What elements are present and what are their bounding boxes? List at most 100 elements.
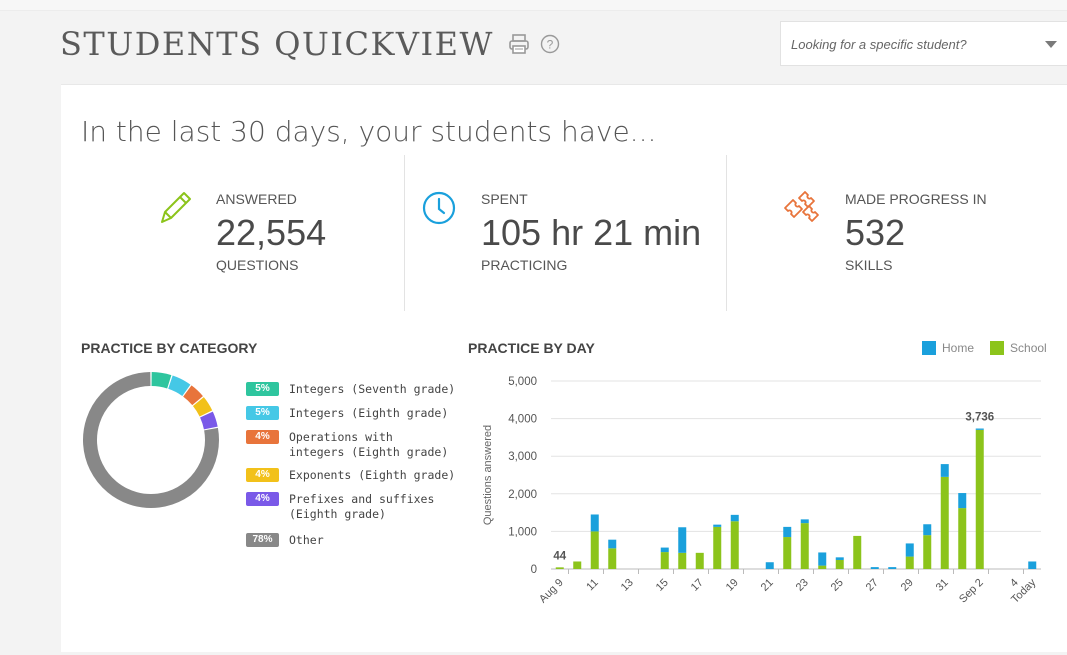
bar-school[interactable] — [975, 429, 984, 569]
bar-school[interactable] — [835, 559, 844, 569]
bar-home[interactable] — [730, 514, 739, 522]
stat-divider — [404, 155, 405, 311]
bar-home[interactable] — [975, 428, 984, 430]
page-header: STUDENTS QUICKVIEW ? — [60, 22, 560, 66]
y-tick-label: 4,000 — [508, 414, 537, 426]
x-tick-label: 19 — [724, 577, 741, 594]
stat-sub: PRACTICING — [481, 257, 568, 273]
bar-school[interactable] — [608, 548, 617, 569]
category-legend-item[interactable]: 4% Operations with integers (Eighth grade… — [246, 430, 456, 460]
category-label: Integers (Eighth grade) — [289, 406, 449, 420]
bar-school[interactable] — [660, 552, 669, 569]
bar-home[interactable] — [905, 543, 914, 557]
donut-slice[interactable] — [151, 372, 172, 389]
x-tick-label: 11 — [584, 577, 601, 594]
category-legend-item[interactable]: 5% Integers (Seventh grade) — [246, 382, 456, 397]
bar-home[interactable] — [678, 527, 687, 553]
bar-home[interactable] — [818, 552, 827, 566]
pencil-icon — [161, 192, 191, 223]
school-swatch — [990, 341, 1005, 355]
bar-home[interactable] — [940, 464, 949, 477]
legend-home: Home — [942, 341, 975, 355]
donut-slice[interactable] — [167, 375, 191, 397]
bar-home[interactable] — [888, 567, 897, 569]
bar-home[interactable] — [958, 493, 967, 509]
x-tick-label: 15 — [654, 577, 671, 594]
bar-home[interactable] — [590, 514, 599, 532]
practice-by-day-chart: 0 1,000 2,000 3,000 4,000 5,000 Questions answ… — [482, 376, 1041, 606]
top-bar — [0, 0, 1067, 11]
bar-school[interactable] — [818, 565, 827, 569]
category-percent-badge: 4% — [246, 492, 279, 506]
bar-school[interactable] — [958, 508, 967, 569]
bar-value-label: 3,736 — [965, 412, 994, 424]
bar-school[interactable] — [800, 523, 809, 569]
category-percent-badge: 4% — [246, 468, 279, 482]
bar-home[interactable] — [923, 524, 932, 536]
bar-home[interactable] — [713, 524, 722, 527]
bar-school[interactable] — [853, 535, 862, 569]
donut-slice[interactable] — [200, 411, 218, 430]
category-percent-badge: 78% — [246, 533, 279, 547]
bar-school[interactable] — [695, 552, 704, 569]
category-legend-item[interactable]: 4% Exponents (Eighth grade) — [246, 468, 456, 483]
help-icon[interactable]: ? — [540, 34, 560, 54]
bar-school[interactable] — [783, 537, 792, 569]
bar-home[interactable] — [800, 519, 809, 524]
stat-value: 532 — [845, 212, 906, 253]
bar-home[interactable] — [870, 567, 879, 569]
bar-school[interactable] — [713, 526, 722, 569]
stat-label: SPENT — [481, 191, 528, 207]
summary-card: In the last 30 days, your students have.… — [61, 84, 1067, 652]
bar-home[interactable] — [835, 557, 844, 560]
puzzle-icon — [784, 191, 819, 222]
summary-intro: In the last 30 days, your students have.… — [81, 115, 657, 148]
bar-school[interactable] — [573, 561, 582, 569]
category-donut-chart — [83, 372, 219, 508]
bar-value-label: 44 — [553, 550, 566, 562]
legend-school: School — [1010, 341, 1047, 355]
student-search-input[interactable] — [781, 22, 1023, 67]
stat-sub: QUESTIONS — [216, 257, 299, 273]
stat-value: 105 hr 21 min — [481, 212, 702, 253]
y-tick-label: 2,000 — [508, 489, 537, 501]
stat-spent: SPENT 105 hr 21 min PRACTICING — [481, 191, 701, 273]
stat-label: ANSWERED — [216, 191, 297, 207]
bar-home[interactable] — [608, 539, 617, 549]
category-percent-badge: 5% — [246, 382, 279, 396]
bar-home[interactable] — [783, 526, 792, 538]
category-label: Integers (Seventh grade) — [289, 382, 456, 396]
bar-school[interactable] — [555, 567, 564, 569]
print-icon[interactable] — [508, 33, 530, 55]
bar-home[interactable] — [660, 547, 669, 553]
bar-school[interactable] — [590, 531, 599, 569]
y-tick-label: 5,000 — [508, 376, 537, 388]
student-search[interactable] — [780, 21, 1067, 67]
category-legend-item[interactable]: 4% Prefixes and suffixes (Eighth grade) — [246, 492, 456, 522]
donut-slice[interactable] — [192, 397, 213, 417]
category-legend-item[interactable]: 78% Other — [246, 533, 456, 548]
x-tick-label: 31 — [934, 577, 951, 594]
category-percent-badge: 4% — [246, 430, 279, 444]
x-tick-label: Aug 9 — [537, 577, 566, 606]
clock-icon — [422, 191, 456, 225]
category-label: Operations with integers (Eighth grade) — [289, 430, 449, 459]
bar-home[interactable] — [765, 562, 774, 569]
category-label: Other — [289, 533, 324, 547]
stat-answered: ANSWERED 22,554 QUESTIONS — [216, 191, 326, 273]
bar-school[interactable] — [923, 535, 932, 569]
bar-school[interactable] — [905, 556, 914, 569]
category-legend-item[interactable]: 5% Integers (Eighth grade) — [246, 406, 456, 421]
bar-school[interactable] — [730, 521, 739, 569]
x-tick-label: 13 — [619, 577, 636, 594]
donut-slice[interactable] — [183, 385, 203, 406]
stat-value: 22,554 — [216, 212, 327, 253]
bar-school[interactable] — [940, 476, 949, 569]
y-axis-label: Questions answered — [482, 425, 494, 525]
y-tick-label: 1,000 — [508, 526, 537, 538]
bar-home[interactable] — [1028, 561, 1037, 569]
bar-school[interactable] — [678, 552, 687, 569]
category-section-title: PRACTICE BY CATEGORY — [81, 340, 258, 356]
chevron-down-icon[interactable] — [1045, 41, 1057, 48]
stat-label: MADE PROGRESS IN — [845, 191, 987, 207]
